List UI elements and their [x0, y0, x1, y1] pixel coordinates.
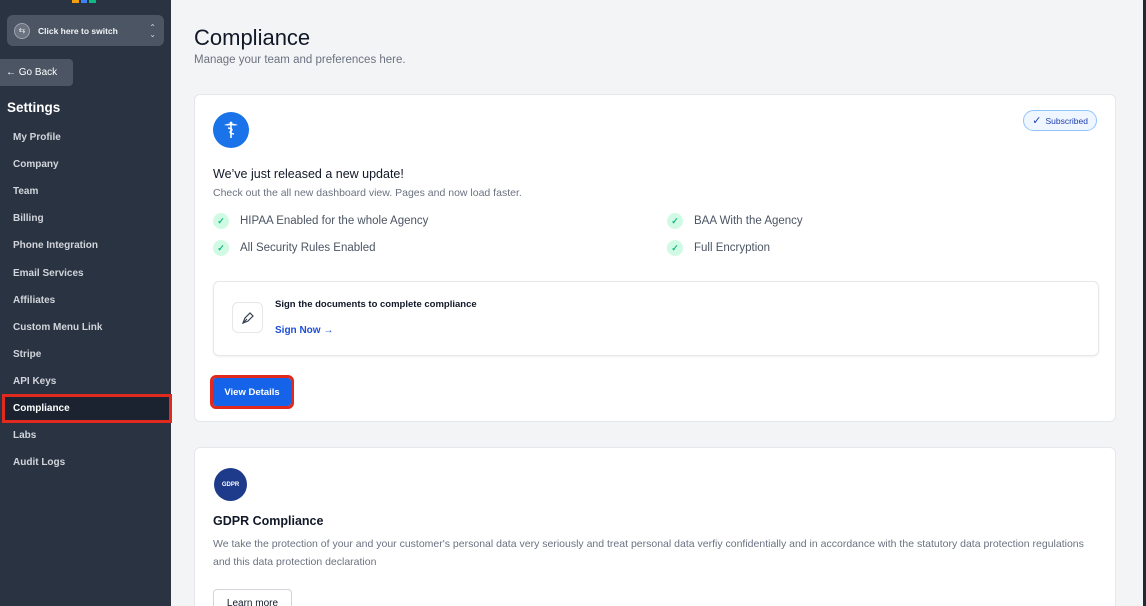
sidebar-item-audit-logs[interactable]: Audit Logs	[0, 449, 171, 476]
sidebar-item-compliance[interactable]: Compliance	[2, 393, 172, 424]
feature-item: ✓ All Security Rules Enabled	[213, 240, 376, 256]
sidebar-item-custom-menu-link[interactable]: Custom Menu Link	[0, 314, 171, 341]
page-subtitle: Manage your team and preferences here.	[194, 54, 406, 66]
main-content: Compliance Manage your team and preferen…	[171, 0, 1146, 606]
sidebar-item-stripe[interactable]: Stripe	[0, 341, 171, 368]
feature-item: ✓ Full Encryption	[667, 240, 770, 256]
check-icon: ✓	[1032, 115, 1042, 127]
gdpr-title: GDPR Compliance	[213, 514, 324, 528]
settings-nav: My Profile Company Team Billing Phone In…	[0, 124, 172, 476]
badge-label: Subscribed	[1045, 115, 1088, 126]
account-switcher[interactable]: ⇆ Click here to switch ⌃ ⌄	[7, 15, 164, 46]
update-title: We’ve just released a new update!	[213, 167, 404, 181]
feature-label: BAA With the Agency	[694, 215, 803, 227]
logo	[72, 0, 97, 3]
sidebar-item-company[interactable]: Company	[0, 151, 171, 178]
feature-item: ✓ HIPAA Enabled for the whole Agency	[213, 213, 428, 229]
gdpr-description: We take the protection of your and your …	[213, 538, 1084, 568]
sidebar-item-team[interactable]: Team	[0, 178, 171, 205]
page-title: Compliance	[194, 25, 311, 50]
sidebar-item-affiliates[interactable]: Affiliates	[0, 287, 171, 314]
feature-label: HIPAA Enabled for the whole Agency	[240, 215, 429, 227]
gdpr-eu-icon: GDPR	[214, 468, 247, 501]
sidebar-item-labs[interactable]: Labs	[0, 422, 171, 449]
learn-more-button[interactable]: Learn more	[213, 589, 292, 606]
update-subtitle: Check out the all new dashboard view. Pa…	[213, 187, 522, 199]
check-circle-icon: ✓	[667, 240, 683, 256]
check-circle-icon: ✓	[213, 213, 229, 229]
feature-item: ✓ BAA With the Agency	[667, 213, 803, 229]
feature-label: Full Encryption	[694, 242, 771, 254]
sidebar-item-my-profile[interactable]: My Profile	[0, 124, 171, 151]
check-circle-icon: ✓	[667, 213, 683, 229]
pen-icon	[232, 302, 263, 333]
sidebar-item-email-services[interactable]: Email Services	[0, 259, 171, 286]
gdpr-icon-text: GDPR	[221, 481, 240, 488]
check-circle-icon: ✓	[213, 240, 229, 256]
gdpr-card: GDPR GDPR Compliance We take the protect…	[194, 447, 1116, 606]
settings-title: Settings	[7, 100, 61, 115]
sign-documents-box: Sign the documents to complete complianc…	[213, 281, 1099, 356]
sidebar-item-billing[interactable]: Billing	[0, 205, 171, 232]
sign-now-link[interactable]: Sign Now →	[275, 325, 333, 336]
feature-label: All Security Rules Enabled	[240, 242, 376, 254]
caduceus-icon	[213, 112, 249, 148]
sidebar-item-api-keys[interactable]: API Keys	[0, 368, 171, 395]
sidebar: ⇆ Click here to switch ⌃ ⌄ ← Go Back Sett…	[0, 0, 172, 606]
switch-icon: ⇆	[14, 22, 30, 39]
switcher-label: Click here to switch	[38, 25, 118, 36]
sign-documents-text: Sign the documents to complete complianc…	[275, 299, 477, 310]
hipaa-card: ✓ Subscribed We’ve just released a new u…	[194, 94, 1116, 422]
chevron-updown-icon: ⌃ ⌄	[149, 22, 156, 39]
view-details-button[interactable]: View Details	[210, 375, 294, 409]
subscribed-badge: ✓ Subscribed	[1023, 110, 1097, 131]
sidebar-item-phone-integration[interactable]: Phone Integration	[0, 232, 171, 259]
go-back-button[interactable]: ← Go Back	[0, 59, 73, 86]
